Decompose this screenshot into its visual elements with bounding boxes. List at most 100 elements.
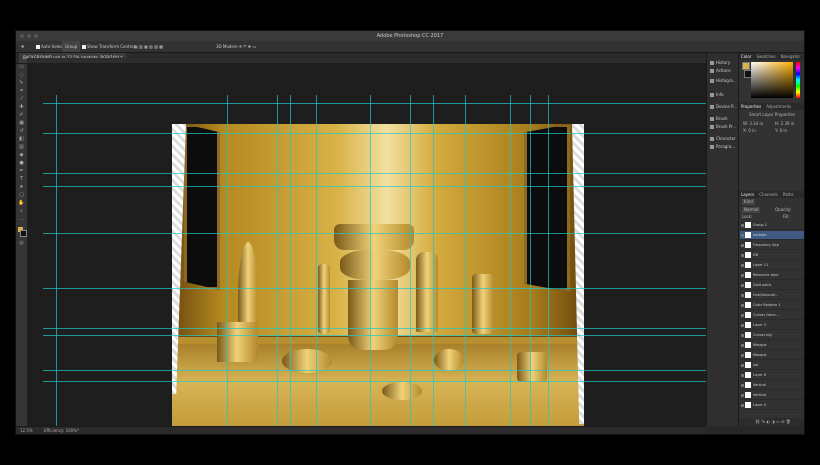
guide-horizontal[interactable]: [43, 133, 707, 134]
add-mask-icon[interactable]: ◐: [767, 419, 771, 424]
layer-row[interactable]: Group 1: [740, 221, 804, 230]
panel-paragraph[interactable]: Paragra...: [710, 143, 735, 151]
eye-icon[interactable]: [741, 393, 744, 397]
guide-horizontal[interactable]: [43, 288, 707, 289]
layer-row[interactable]: Vertical: [740, 391, 804, 400]
guide-vertical[interactable]: [370, 95, 371, 426]
layer-row[interactable]: metajte: [740, 231, 804, 240]
tab-color[interactable]: Color: [741, 54, 751, 59]
lasso-tool-icon[interactable]: ◌: [18, 73, 25, 78]
layer-name[interactable]: Curves big: [753, 333, 772, 337]
guide-vertical[interactable]: [530, 95, 531, 426]
x-field[interactable]: X: 0 in: [743, 128, 756, 134]
eye-icon[interactable]: [741, 363, 744, 367]
adjustment-layer-icon[interactable]: ◑: [771, 419, 775, 424]
y-field[interactable]: Y: 0 in: [775, 128, 787, 134]
quick-select-tool-icon[interactable]: ✎: [18, 81, 25, 86]
quick-mask-icon[interactable]: ◎: [18, 241, 25, 246]
layer-name[interactable]: metajte: [753, 233, 767, 237]
layer-name[interactable]: Layer 11: [753, 263, 768, 267]
layer-row[interactable]: Layer 6: [740, 371, 804, 380]
layer-row[interactable]: Vertical: [740, 381, 804, 390]
layer-name[interactable]: Layer 0: [753, 403, 766, 407]
layer-row[interactable]: DB: [740, 251, 804, 260]
guide-vertical[interactable]: [227, 95, 228, 426]
layer-name[interactable]: Color Balance 1: [753, 303, 781, 307]
guide-vertical[interactable]: [277, 95, 278, 426]
eye-icon[interactable]: [741, 233, 744, 237]
layer-row[interactable]: Layer 0: [740, 401, 804, 410]
eye-icon[interactable]: [741, 323, 744, 327]
move-tool-icon[interactable]: ✥: [21, 41, 24, 52]
3d-mode-icons[interactable]: ⟲ ✣ ⤧ ✥ ▭: [234, 41, 256, 52]
brush-tool-icon[interactable]: ✐: [18, 113, 25, 118]
guide-horizontal[interactable]: [43, 381, 707, 382]
zoom-level[interactable]: 12.5%: [20, 427, 33, 434]
eye-icon[interactable]: [741, 243, 744, 247]
window-controls[interactable]: [20, 34, 38, 38]
eyedropper-tool-icon[interactable]: ⁄: [18, 97, 25, 102]
guide-vertical[interactable]: [56, 95, 57, 426]
guide-horizontal[interactable]: [43, 233, 707, 234]
blur-tool-icon[interactable]: ◆: [18, 153, 25, 158]
shape-tool-icon[interactable]: ▢: [18, 193, 25, 198]
layer-name[interactable]: Curves Gene...: [753, 313, 779, 317]
guide-horizontal[interactable]: [43, 335, 707, 336]
guide-horizontal[interactable]: [43, 186, 707, 187]
width-field[interactable]: W: 3.34 in: [743, 121, 763, 127]
panel-device-preview[interactable]: Device P...: [710, 103, 737, 111]
guide-horizontal[interactable]: [43, 173, 707, 174]
layer-row[interactable]: Curves Gene...: [740, 311, 804, 320]
new-group-icon[interactable]: ▭: [776, 419, 780, 424]
panel-info[interactable]: Info: [710, 91, 724, 99]
tab-layers[interactable]: Layers: [741, 192, 754, 197]
panel-actions[interactable]: Actions: [710, 67, 731, 75]
layer-name[interactable]: Hue/Saturati...: [753, 293, 778, 297]
hue-slider[interactable]: [796, 62, 800, 98]
panel-brush-presets[interactable]: Brush Pr...: [710, 123, 736, 131]
panel-character[interactable]: Character: [710, 135, 736, 143]
color-picker-field[interactable]: [751, 62, 793, 98]
layer-row[interactable]: Frequency Sep: [740, 241, 804, 250]
eye-icon[interactable]: [741, 353, 744, 357]
layer-kind-filter[interactable]: Kind: [742, 199, 755, 205]
panel-histogram[interactable]: Histogra...: [710, 77, 737, 85]
crop-tool-icon[interactable]: ⌗: [18, 89, 25, 94]
path-select-tool-icon[interactable]: ➤: [18, 185, 25, 190]
auto-select-dropdown[interactable]: Group: [62, 41, 81, 52]
more-tools-icon[interactable]: …: [18, 217, 25, 222]
eye-icon[interactable]: [741, 383, 744, 387]
marquee-tool-icon[interactable]: ▭: [18, 65, 25, 70]
eye-icon[interactable]: [741, 303, 744, 307]
layer-style-icon[interactable]: fx: [761, 419, 765, 424]
background-color-swatch[interactable]: [20, 230, 27, 237]
eye-icon[interactable]: [741, 263, 744, 267]
guide-vertical[interactable]: [290, 95, 291, 426]
eye-icon[interactable]: [741, 283, 744, 287]
guide-vertical[interactable]: [316, 95, 317, 426]
eye-icon[interactable]: [741, 293, 744, 297]
eye-icon[interactable]: [741, 273, 744, 277]
tab-adjustments[interactable]: Adjustments: [766, 104, 791, 109]
layer-row[interactable]: Masque: [740, 351, 804, 360]
layer-row[interactable]: Masque: [740, 341, 804, 350]
foreground-color-chip[interactable]: [742, 62, 750, 70]
layer-row[interactable]: sol: [740, 361, 804, 370]
layer-name[interactable]: Vertical: [753, 393, 766, 397]
panel-history[interactable]: History: [710, 59, 730, 67]
stamp-tool-icon[interactable]: ▣: [18, 121, 25, 126]
new-layer-icon[interactable]: ⊞: [781, 419, 784, 424]
eye-icon[interactable]: [741, 403, 744, 407]
dodge-tool-icon[interactable]: ●: [18, 161, 25, 166]
layer-name[interactable]: DB: [753, 253, 758, 257]
eye-icon[interactable]: [741, 223, 744, 227]
tab-channels[interactable]: Channels: [759, 192, 778, 197]
eraser-tool-icon[interactable]: ◧: [18, 137, 25, 142]
layer-name[interactable]: Masque: [753, 343, 767, 347]
link-layers-icon[interactable]: ⛓: [755, 419, 760, 424]
eye-icon[interactable]: [741, 343, 744, 347]
hand-tool-icon[interactable]: ✋: [18, 201, 25, 206]
layer-name[interactable]: Frequency Sep: [753, 243, 779, 247]
history-brush-tool-icon[interactable]: ↺: [18, 129, 25, 134]
layer-row[interactable]: Layer 3: [740, 321, 804, 330]
